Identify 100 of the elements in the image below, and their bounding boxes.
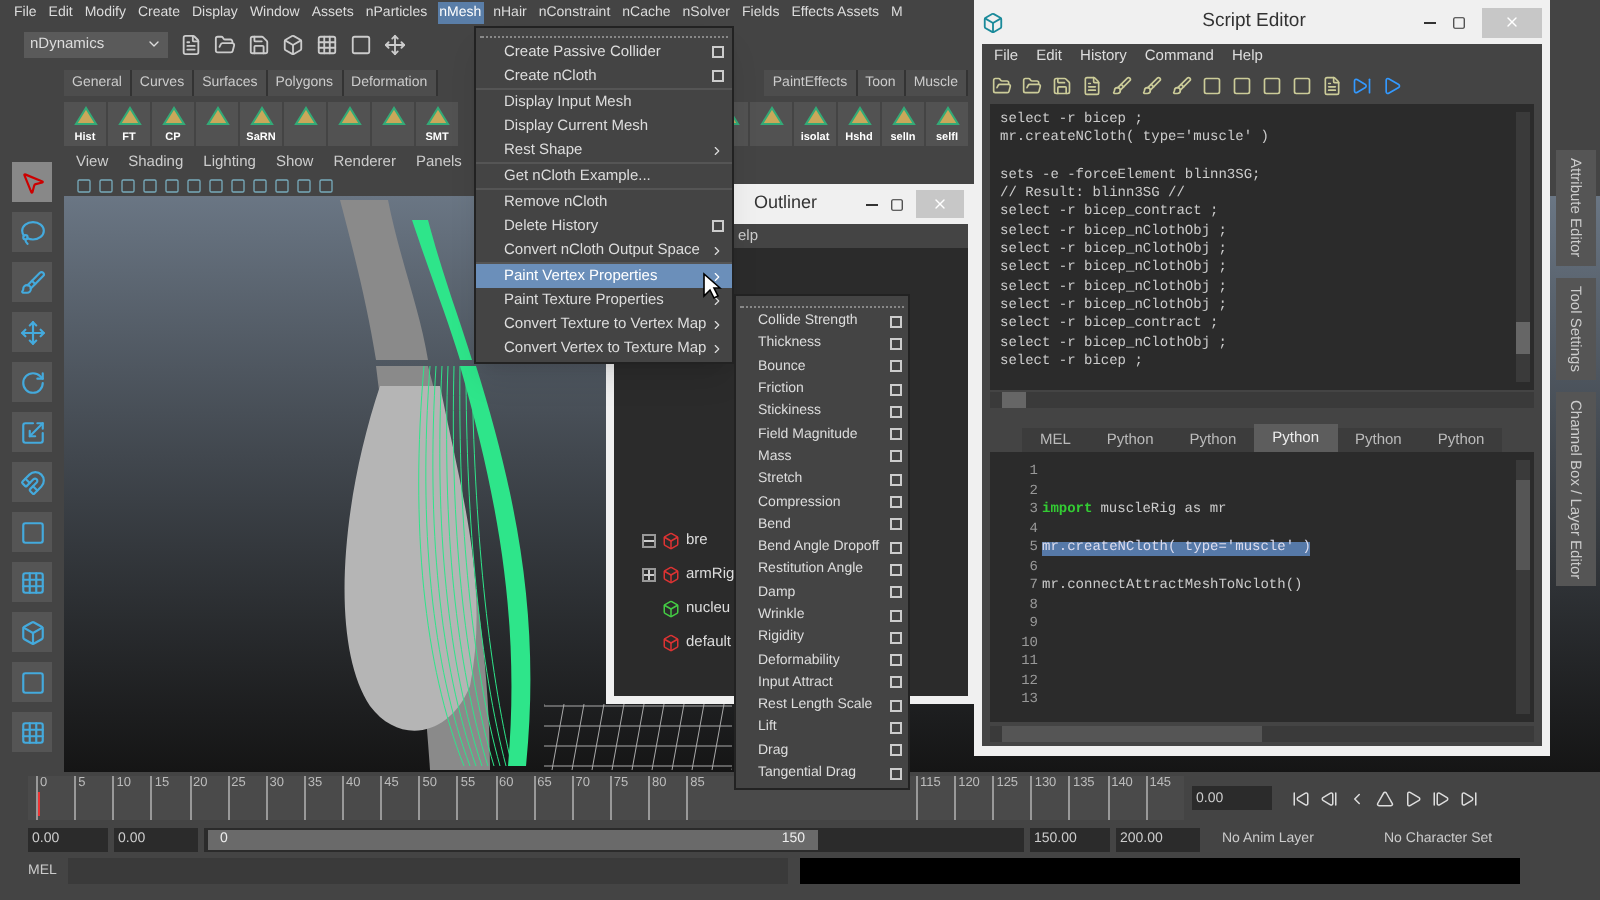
playback-icon[interactable]	[1432, 789, 1450, 807]
node-icon	[662, 633, 680, 651]
option-box-icon[interactable]	[890, 315, 902, 328]
option-box-icon[interactable]	[890, 563, 902, 576]
option-box-icon[interactable]	[890, 337, 902, 350]
maximize-icon[interactable]	[890, 197, 904, 211]
tool-icon	[19, 569, 45, 595]
option-box-icon[interactable]	[890, 586, 902, 599]
tool-icon	[19, 269, 45, 295]
expand-icon[interactable]	[642, 567, 656, 581]
shelf-tool-icon	[423, 104, 451, 128]
tool-icon	[19, 719, 45, 745]
tool-button[interactable]	[12, 212, 52, 252]
caret-icon	[146, 36, 162, 52]
shelf-button[interactable]	[372, 102, 414, 146]
toolbar-icon[interactable]	[1172, 76, 1192, 96]
playback-icon[interactable]	[1292, 789, 1310, 807]
toolbar-icon[interactable]	[1112, 76, 1132, 96]
option-box-icon[interactable]	[712, 220, 724, 232]
execute-all-icon[interactable]	[1352, 76, 1372, 96]
tool-button[interactable]	[12, 462, 52, 502]
option-box-icon[interactable]	[890, 721, 902, 734]
tool-icon	[19, 419, 45, 445]
shelf-tool-icon	[757, 104, 785, 128]
playback-icon[interactable]	[1320, 789, 1338, 807]
tool-icon	[19, 369, 45, 395]
tool-button[interactable]	[12, 262, 52, 302]
minimize-icon[interactable]	[1424, 21, 1436, 23]
window-title: Script Editor	[1202, 7, 1306, 36]
option-box-icon[interactable]	[890, 676, 902, 689]
option-box-icon[interactable]	[890, 405, 902, 418]
tool-button[interactable]	[12, 362, 52, 402]
option-box-icon[interactable]	[890, 428, 902, 441]
option-box-icon[interactable]	[890, 744, 902, 757]
maximize-icon[interactable]	[1452, 15, 1466, 29]
tool-button[interactable]	[12, 412, 52, 452]
shelf-tool-icon	[335, 104, 363, 128]
node-icon	[662, 599, 680, 617]
tool-icon	[19, 469, 45, 495]
scrollbar[interactable]	[1516, 460, 1530, 714]
minimize-icon[interactable]	[866, 203, 878, 205]
scrollbar[interactable]	[990, 726, 1534, 742]
option-box-icon[interactable]	[712, 70, 724, 82]
app-icon	[982, 11, 1004, 33]
option-box-icon[interactable]	[890, 518, 902, 531]
shelf-button[interactable]	[750, 102, 792, 146]
toolbar-icon[interactable]	[384, 33, 406, 55]
collapse-icon[interactable]	[642, 533, 656, 547]
option-box-icon[interactable]	[890, 383, 902, 396]
tool-icon	[19, 619, 45, 645]
option-box-icon[interactable]	[712, 46, 724, 58]
shelf-tool-icon	[291, 104, 319, 128]
option-box-icon[interactable]	[890, 473, 902, 486]
tool-button[interactable]	[12, 712, 52, 752]
playback-icon[interactable]	[1460, 789, 1478, 807]
option-box-icon[interactable]	[890, 767, 902, 780]
scrollbar[interactable]	[990, 392, 1534, 408]
tool-button[interactable]	[12, 612, 52, 652]
toolbar-icon[interactable]	[1142, 76, 1162, 96]
shelf-tool-icon	[159, 104, 187, 128]
shelf-button[interactable]	[284, 102, 326, 146]
toolbar-icon[interactable]	[282, 33, 304, 55]
toolbar-icon[interactable]	[1322, 76, 1342, 96]
window-title: Outliner	[754, 190, 818, 217]
tool-icon	[19, 219, 45, 245]
toolbar-icon[interactable]	[180, 33, 202, 55]
toolbar-icon[interactable]	[316, 33, 338, 55]
tool-icon	[19, 669, 45, 695]
tool-icon	[19, 169, 45, 195]
toolbar-icon[interactable]	[248, 33, 270, 55]
tool-icon	[19, 319, 45, 345]
option-box-icon[interactable]	[890, 654, 902, 667]
shelf-tool-icon	[801, 104, 829, 128]
tool-icon	[19, 519, 45, 545]
toolbar-icon[interactable]	[1082, 76, 1102, 96]
close-icon	[932, 196, 948, 212]
shelf-button[interactable]	[196, 102, 238, 146]
tool-button[interactable]	[12, 312, 52, 352]
shelf-tool-icon	[247, 104, 275, 128]
toolbar-icon[interactable]	[350, 33, 372, 55]
option-box-icon[interactable]	[890, 541, 902, 554]
option-box-icon[interactable]	[890, 360, 902, 373]
tool-button[interactable]	[12, 662, 52, 702]
close-icon	[1504, 14, 1520, 30]
tool-button[interactable]	[12, 562, 52, 602]
tool-button[interactable]	[12, 512, 52, 552]
node-icon	[662, 565, 680, 583]
option-box-icon[interactable]	[890, 450, 902, 463]
option-box-icon[interactable]	[890, 631, 902, 644]
scrollbar[interactable]	[1516, 112, 1530, 382]
shelf-tool-icon	[115, 104, 143, 128]
option-box-icon[interactable]	[890, 496, 902, 509]
shelf-button[interactable]	[328, 102, 370, 146]
execute-icon[interactable]	[1382, 76, 1402, 96]
shelf-tool-icon	[203, 104, 231, 128]
toolbar-icon[interactable]	[214, 33, 236, 55]
option-box-icon[interactable]	[890, 699, 902, 712]
option-box-icon[interactable]	[890, 609, 902, 621]
toolbar-icon[interactable]	[1052, 76, 1072, 96]
shelf-tool-icon	[889, 104, 917, 128]
